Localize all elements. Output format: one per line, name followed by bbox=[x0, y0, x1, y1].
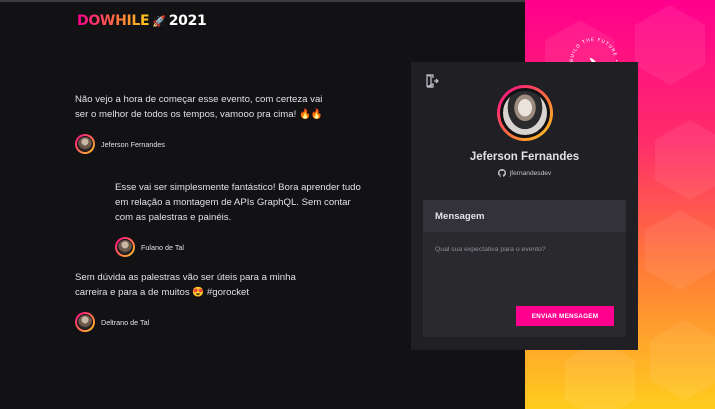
send-message-card: Jeferson Fernandes jfernandesdev Mensage… bbox=[411, 62, 638, 350]
hexagon-decoration bbox=[635, 5, 705, 85]
message-text: Esse vai ser simplesmente fantástico! Bo… bbox=[115, 182, 361, 223]
author-name: Fulano de Tal bbox=[141, 242, 185, 252]
message-author: Deltrano de Tal bbox=[75, 312, 315, 332]
hexagon-decoration bbox=[650, 320, 715, 400]
message-author: Fulano de Tal bbox=[115, 237, 365, 257]
avatar bbox=[115, 237, 135, 257]
username-text: jfernandesdev bbox=[509, 169, 552, 177]
avatar bbox=[75, 312, 95, 332]
avatar bbox=[75, 134, 95, 154]
author-name: Deltrano de Tal bbox=[101, 317, 150, 327]
message-text: Sem dúvida as palestras vão ser úteis pa… bbox=[75, 272, 296, 298]
hexagon-decoration bbox=[565, 340, 635, 409]
form-title: Mensagem bbox=[423, 200, 626, 232]
logo-brand: DOWHILE bbox=[77, 13, 150, 29]
author-name: Jeferson Fernandes bbox=[101, 139, 165, 149]
sign-out-icon[interactable] bbox=[425, 74, 439, 88]
message-item: Sem dúvida as palestras vão ser úteis pa… bbox=[75, 270, 315, 332]
profile-name: Jeferson Fernandes bbox=[469, 151, 580, 163]
message-input[interactable] bbox=[423, 232, 626, 302]
profile-photo bbox=[500, 88, 550, 138]
message-text: Não vejo a hora de começar esse evento, … bbox=[75, 94, 323, 120]
message-author: Jeferson Fernandes bbox=[75, 134, 335, 154]
logo-year: 2021 bbox=[168, 13, 207, 29]
message-form: Mensagem ENVIAR MENSAGEM bbox=[423, 200, 626, 337]
message-item: Esse vai ser simplesmente fantástico! Bo… bbox=[115, 180, 365, 257]
github-username[interactable]: jfernandesdev bbox=[411, 169, 638, 177]
hexagon-decoration bbox=[645, 210, 715, 290]
profile-avatar bbox=[497, 85, 553, 141]
hexagon-decoration bbox=[655, 120, 715, 200]
dowhile-logo: DOWHILE 🚀 2021 bbox=[77, 13, 207, 29]
github-icon bbox=[497, 169, 506, 177]
rocket-icon: 🚀 bbox=[152, 14, 166, 28]
message-item: Não vejo a hora de começar esse evento, … bbox=[75, 92, 335, 154]
send-message-button[interactable]: ENVIAR MENSAGEM bbox=[516, 306, 614, 326]
